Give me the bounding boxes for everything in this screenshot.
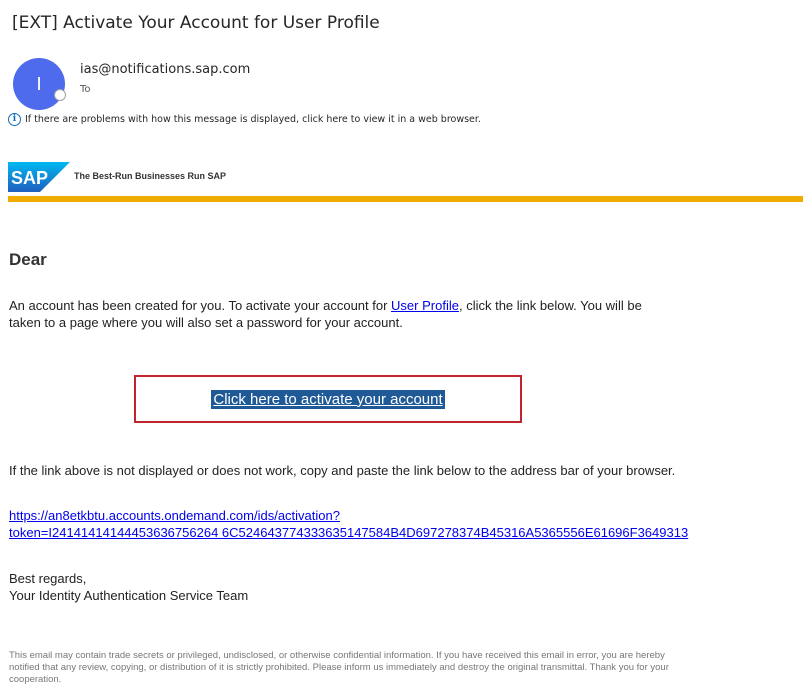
activation-url[interactable]: https://an8etkbtu.accounts.ondemand.com/… — [9, 507, 803, 541]
sap-logo-text: SAP — [11, 168, 48, 188]
sap-banner: SAP The Best-Run Businesses Run SAP — [8, 162, 803, 202]
infobar-text[interactable]: If there are problems with how this mess… — [25, 114, 481, 125]
user-profile-link[interactable]: User Profile — [391, 298, 459, 313]
sender-avatar[interactable]: I — [13, 58, 65, 110]
intro-text-1: An account has been created for you. To … — [9, 298, 392, 313]
brand-divider-bar — [8, 196, 803, 202]
activate-account-box: Click here to activate your account — [134, 375, 522, 423]
signoff-line-1: Best regards, — [9, 571, 87, 586]
sap-logo: SAP — [8, 162, 70, 192]
activation-url-line-1[interactable]: https://an8etkbtu.accounts.ondemand.com/… — [9, 508, 340, 523]
presence-status-icon — [54, 89, 66, 101]
avatar-initial: I — [36, 73, 42, 95]
fallback-instructions: If the link above is not displayed or do… — [9, 463, 676, 478]
confidentiality-disclaimer: This email may contain trade secrets or … — [9, 650, 669, 685]
signoff-line-2: Your Identity Authentication Service Tea… — [9, 588, 249, 603]
info-icon: i — [8, 112, 21, 126]
to-label: To — [80, 84, 91, 95]
signoff: Best regards, Your Identity Authenticati… — [9, 570, 248, 604]
sender-address[interactable]: ias@notifications.sap.com — [80, 62, 250, 77]
sap-tagline: The Best-Run Businesses Run SAP — [74, 171, 227, 181]
intro-paragraph: An account has been created for you. To … — [9, 297, 649, 331]
activate-account-link[interactable]: Click here to activate your account — [211, 389, 445, 409]
greeting: Dear — [9, 250, 47, 269]
email-subject: [EXT] Activate Your Account for User Pro… — [12, 13, 380, 33]
activation-url-line-2[interactable]: token=I24141414144453636756264 6C5246437… — [9, 525, 688, 540]
display-problems-infobar[interactable]: i If there are problems with how this me… — [8, 111, 481, 127]
